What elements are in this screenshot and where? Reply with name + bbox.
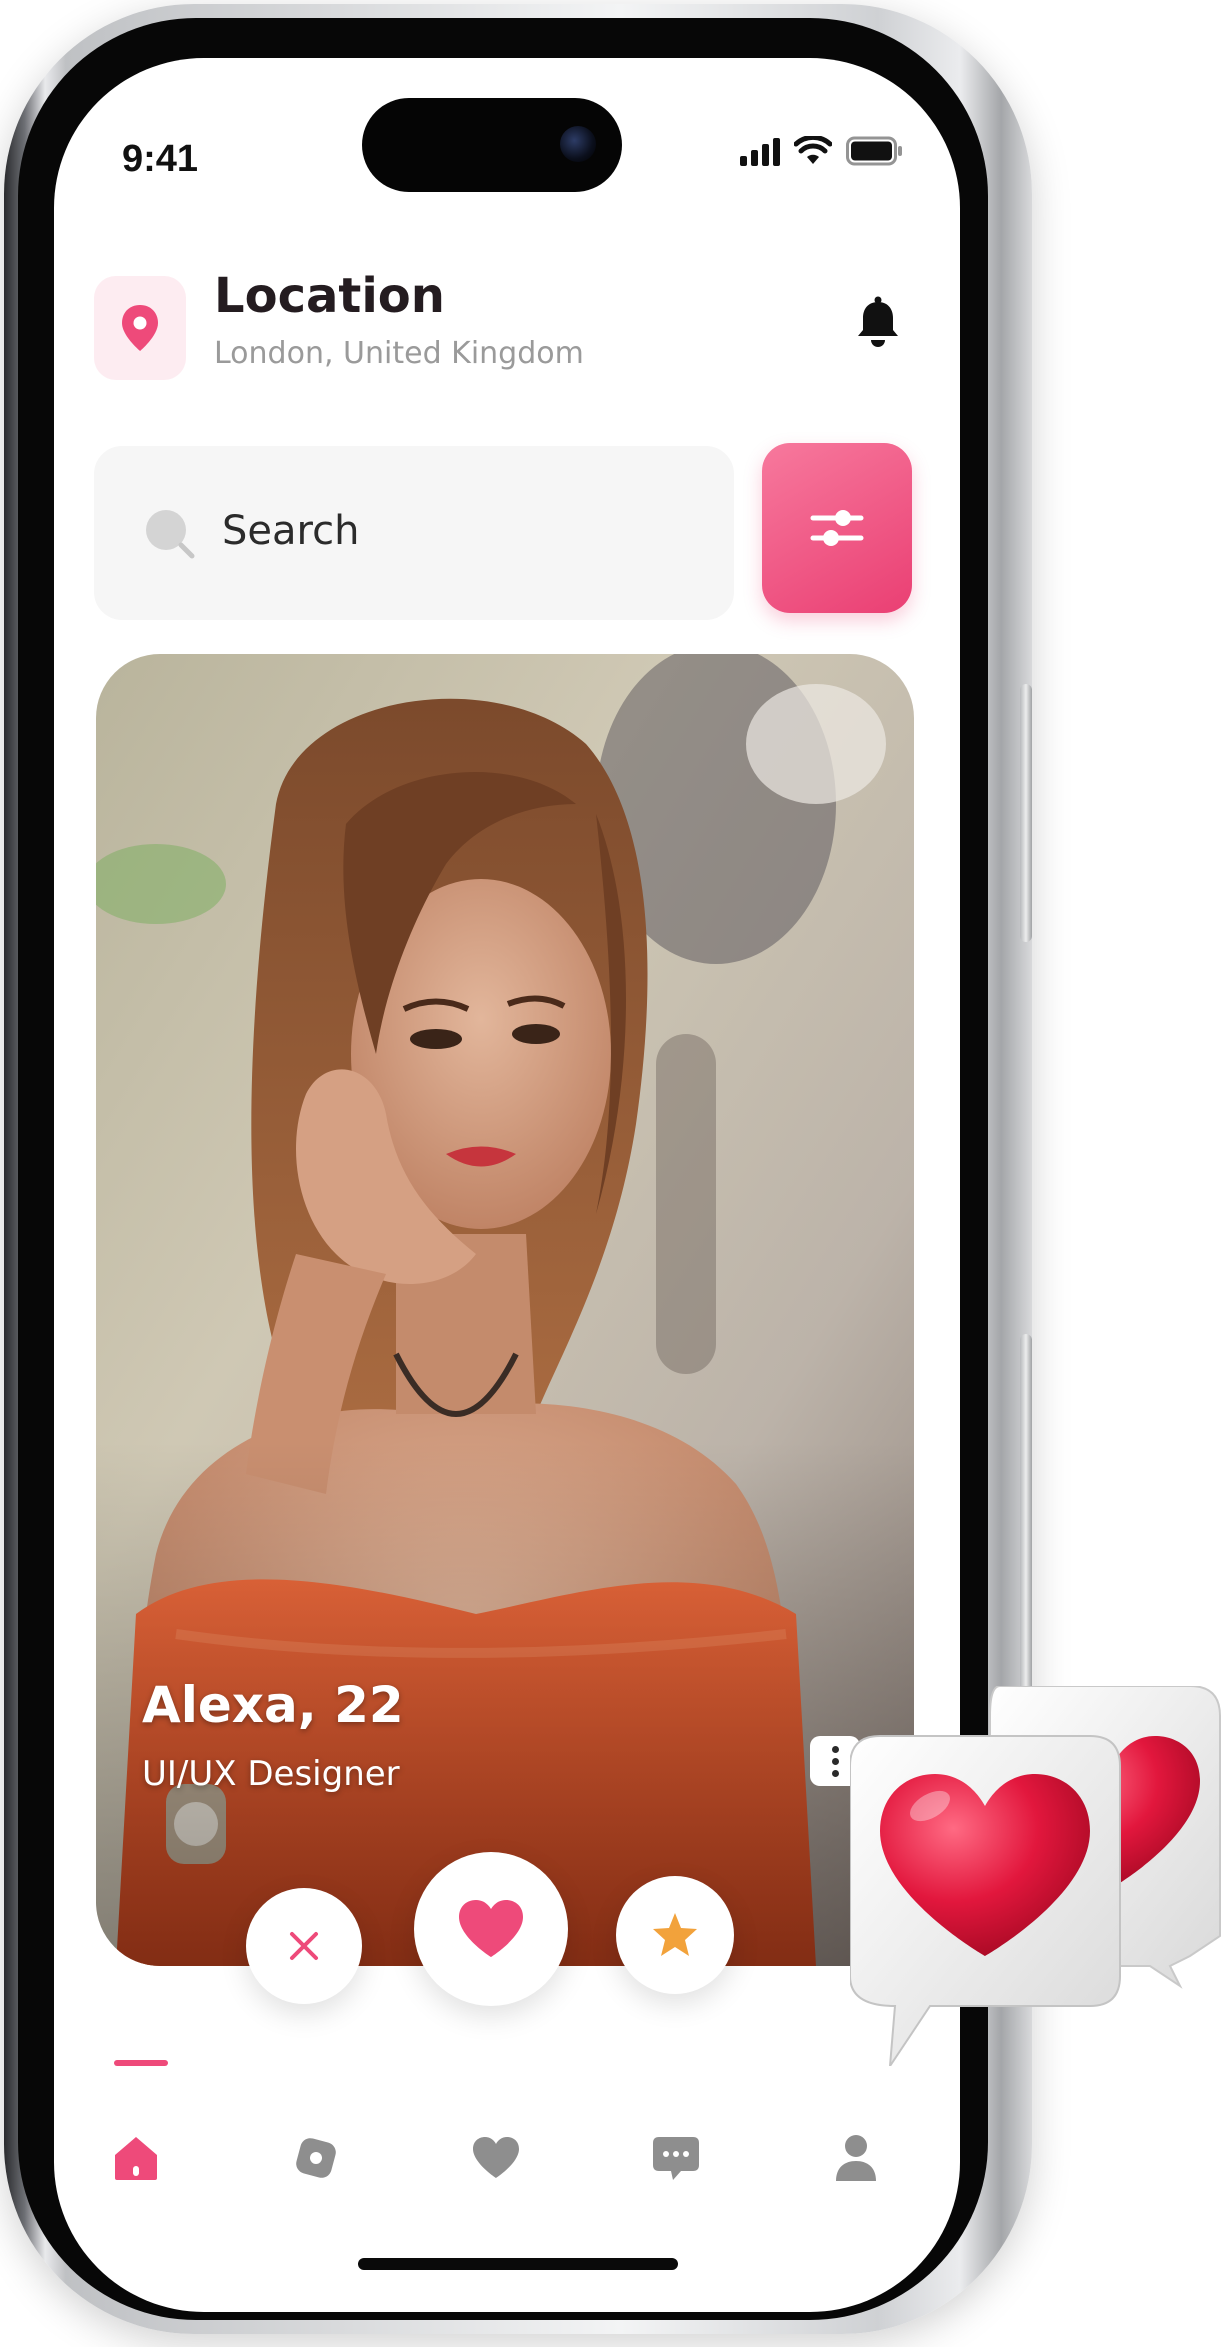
search-input[interactable]: Search [94,446,734,620]
cellular-signal-icon [740,136,780,166]
wifi-icon [794,136,832,164]
dynamic-island [362,98,622,192]
nav-item-home[interactable] [106,2128,166,2188]
profile-name-age: Alexa, 22 [142,1676,404,1734]
heart-bubbles-illustration [850,1686,1221,2066]
compass-icon [296,2138,336,2178]
star-icon [653,1913,697,1956]
app-screen: 9:41 Location London, United Kingdom Sea… [54,58,960,2312]
user-icon [836,2135,876,2181]
phone-bezel: 9:41 Location London, United Kingdom Sea… [18,18,988,2320]
filter-button[interactable] [762,443,912,613]
search-placeholder: Search [222,508,360,554]
location-value[interactable]: London, United Kingdom [214,336,584,371]
nav-item-messages[interactable] [646,2128,706,2188]
status-time: 9:41 [122,138,199,180]
location-title: Location [214,268,445,324]
close-icon [290,1932,318,1960]
nav-item-likes[interactable] [466,2128,526,2188]
nav-item-discover[interactable] [286,2128,346,2188]
notification-button[interactable] [856,296,900,352]
volume-up-button [1020,684,1032,942]
nav-item-profile[interactable] [826,2128,886,2188]
home-icon [115,2137,157,2180]
like-button[interactable] [414,1852,568,2006]
heart-icon [459,1900,523,1957]
front-camera [560,126,596,162]
super-like-button[interactable] [616,1876,734,1994]
sliders-icon [810,510,864,546]
map-pin-icon [122,305,158,351]
vertical-dots-icon [831,1745,839,1753]
profile-card[interactable]: Alexa, 22 UI/UX Designer [96,654,914,1966]
location-icon-box[interactable] [94,276,186,380]
bell-icon [858,296,898,347]
home-indicator [358,2258,678,2270]
battery-icon [846,136,902,166]
nav-active-indicator [114,2060,168,2066]
search-icon [146,510,195,559]
dislike-button[interactable] [246,1888,362,2004]
chat-icon [653,2137,699,2180]
status-icons [740,136,904,166]
profile-role: UI/UX Designer [142,1754,400,1794]
heart-outline-icon [473,2137,519,2178]
